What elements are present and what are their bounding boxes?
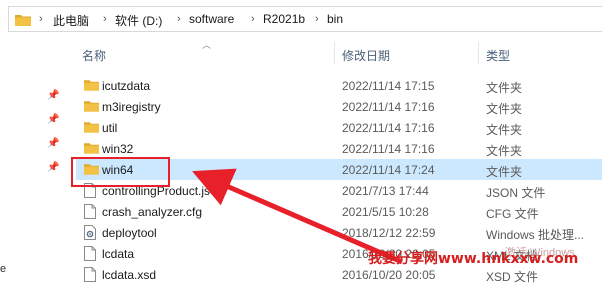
file-name: lcdata: [102, 247, 135, 261]
column-header-type[interactable]: 类型: [486, 47, 510, 64]
pin-icon[interactable]: 📌: [47, 114, 59, 125]
list-item[interactable]: util 2022/11/14 17:16 文件夹: [76, 117, 602, 138]
list-item[interactable]: crash_analyzer.cfg 2021/5/15 10:28 CFG 文件: [76, 201, 602, 222]
file-type: Windows 批处理...: [486, 228, 585, 242]
file-modified-date: 2022/11/14 17:15: [342, 79, 435, 93]
list-item[interactable]: win32 2022/11/14 17:16 文件夹: [76, 138, 602, 159]
address-bar[interactable]: › 此电脑 › 软件 (D:) › software › R2021b › bi…: [8, 6, 602, 32]
file-type: 文件夹: [486, 81, 523, 95]
file-modified-date: 2022/11/14 17:16: [342, 121, 435, 135]
breadcrumb-separator: ›: [251, 13, 255, 25]
breadcrumb-item-bin[interactable]: bin: [327, 12, 343, 26]
file-name: lcdata.xsd: [102, 268, 157, 282]
nav-pane-truncated-text: e: [0, 263, 7, 275]
file-name: win32: [102, 142, 134, 156]
file-type: XSD 文件: [486, 270, 539, 284]
folder-icon: [84, 99, 99, 115]
column-header-date[interactable]: 修改日期: [342, 47, 390, 64]
breadcrumb-separator: ›: [103, 13, 107, 25]
list-item[interactable]: deploytool 2018/12/12 22:59 Windows 批处理...: [76, 222, 602, 243]
breadcrumb-separator: ›: [39, 13, 43, 25]
list-item[interactable]: icutzdata 2022/11/14 17:15 文件夹: [76, 75, 602, 96]
breadcrumb-item-this-pc[interactable]: 此电脑: [53, 12, 89, 29]
file-icon: [84, 204, 96, 222]
pin-icon[interactable]: 📌: [47, 162, 59, 173]
file-name: util: [102, 121, 118, 135]
folder-icon: [15, 13, 31, 29]
file-type: 文件夹: [486, 165, 523, 179]
column-header-name[interactable]: 名称: [82, 47, 106, 64]
file-name: icutzdata: [102, 79, 151, 93]
file-modified-date: 2022/11/14 17:16: [342, 142, 435, 156]
pin-icon[interactable]: 📌: [47, 90, 59, 101]
file-modified-date: 2022/11/14 17:16: [342, 100, 435, 114]
file-name: crash_analyzer.cfg: [102, 205, 203, 219]
file-type: CFG 文件: [486, 207, 539, 221]
highlight-box: [71, 157, 170, 187]
pin-icon[interactable]: 📌: [47, 138, 59, 149]
breadcrumb-item-drive[interactable]: 软件 (D:): [115, 12, 162, 29]
breadcrumb-item-software[interactable]: software: [189, 12, 234, 26]
folder-icon: [84, 141, 99, 157]
file-modified-date: 2021/7/13 17:44: [342, 184, 429, 198]
file-modified-date: 2016/10/20 20:05: [342, 268, 436, 282]
list-item[interactable]: m3iregistry 2022/11/14 17:16 文件夹: [76, 96, 602, 117]
folder-icon: [84, 78, 99, 94]
gear-file-icon: [84, 225, 96, 243]
file-modified-date: 2018/12/12 22:59: [342, 226, 436, 240]
column-divider[interactable]: [478, 42, 479, 64]
file-modified-date: 2021/5/15 10:28: [342, 205, 429, 219]
breadcrumb-separator: ›: [177, 13, 181, 25]
breadcrumb-item-r2021b[interactable]: R2021b: [263, 12, 305, 26]
file-name: m3iregistry: [102, 100, 161, 114]
file-icon: [84, 267, 96, 285]
folder-icon: [84, 120, 99, 136]
file-type: 文件夹: [486, 123, 523, 137]
file-modified-date: 2022/11/14 17:24: [342, 163, 435, 177]
file-icon: [84, 246, 96, 264]
file-type: JSON 文件: [486, 186, 546, 200]
file-type: 文件夹: [486, 102, 523, 116]
file-type: 文件夹: [486, 144, 523, 158]
file-name: deploytool: [102, 226, 157, 240]
breadcrumb-separator: ›: [315, 13, 319, 25]
column-divider[interactable]: [334, 42, 335, 64]
sort-ascending-icon: ︿: [202, 40, 212, 50]
site-watermark: 我要分享网www.hnkxxw.com: [368, 251, 579, 267]
